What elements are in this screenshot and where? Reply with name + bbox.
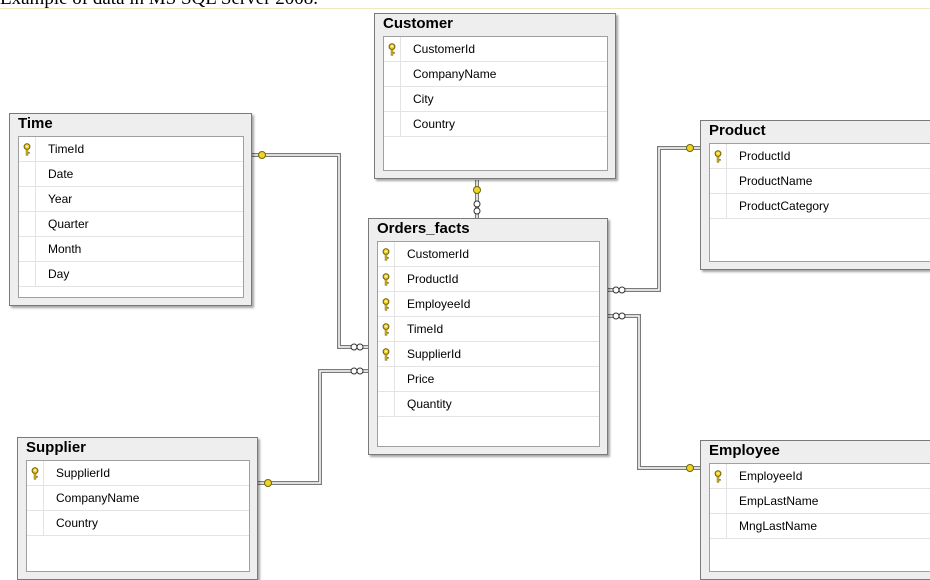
column-row[interactable]: EmployeeId [378, 292, 599, 317]
column-row[interactable]: CustomerId [384, 37, 607, 62]
column-name: SupplierId [407, 347, 462, 361]
column-row[interactable]: ProductId [378, 267, 599, 292]
column-name: MngLastName [739, 519, 818, 533]
column-row[interactable]: MngLastName [710, 514, 930, 539]
column-name: ProductId [407, 272, 459, 286]
column-row[interactable]: ProductName [710, 169, 930, 194]
primary-key-icon [714, 150, 722, 163]
column-name: SupplierId [56, 466, 111, 480]
column-name: CompanyName [56, 491, 140, 505]
table-product[interactable]: Product ProductId ProductName ProductCat… [700, 120, 930, 270]
column-row[interactable]: Country [384, 112, 607, 137]
column-row[interactable]: Quarter [19, 212, 243, 237]
table-supplier[interactable]: Supplier SupplierId CompanyName Country [17, 437, 258, 580]
column-name: Day [48, 267, 70, 281]
primary-key-icon [382, 298, 390, 311]
primary-key-icon [382, 273, 390, 286]
relationship-line-time[interactable] [252, 151, 368, 351]
column-name: CustomerId [413, 42, 476, 56]
table-title[interactable]: Time [10, 114, 251, 135]
column-name: Quarter [48, 217, 89, 231]
column-row[interactable]: CompanyName [384, 62, 607, 87]
primary-key-icon [714, 470, 722, 483]
column-name: EmployeeId [739, 469, 803, 483]
table-time[interactable]: Time TimeId Date Year Quarter Month Day [9, 113, 252, 306]
column-name: ProductName [739, 174, 813, 188]
column-row[interactable]: Date [19, 162, 243, 187]
column-name: TimeId [48, 142, 85, 156]
table-title[interactable]: Product [701, 121, 930, 142]
column-row[interactable]: EmpLastName [710, 489, 930, 514]
column-row[interactable]: ProductId [710, 144, 930, 169]
column-row[interactable]: Day [19, 262, 243, 287]
column-row[interactable]: CustomerId [378, 242, 599, 267]
column-row[interactable]: SupplierId [27, 461, 249, 486]
column-grid: CustomerId CompanyName City Country [383, 36, 608, 171]
column-row[interactable]: TimeId [378, 317, 599, 342]
column-name: Price [407, 372, 435, 386]
primary-key-icon [382, 348, 390, 361]
column-grid: SupplierId CompanyName Country [26, 460, 250, 572]
column-grid: ProductId ProductName ProductCategory [709, 143, 930, 262]
table-title[interactable]: Orders_facts [369, 219, 607, 240]
primary-key-icon [388, 43, 396, 56]
column-row[interactable]: Country [27, 511, 249, 536]
column-row[interactable]: Year [19, 187, 243, 212]
column-row[interactable]: Quantity [378, 392, 599, 417]
column-name: EmployeeId [407, 297, 471, 311]
column-name: CustomerId [407, 247, 470, 261]
relationship-line-supplier[interactable] [258, 367, 368, 487]
column-row[interactable]: City [384, 87, 607, 112]
primary-key-icon [23, 143, 31, 156]
column-row[interactable]: ProductCategory [710, 194, 930, 219]
table-customer[interactable]: Customer CustomerId CompanyName City Cou… [374, 13, 616, 179]
column-row[interactable]: SupplierId [378, 342, 599, 367]
column-row[interactable]: CompanyName [27, 486, 249, 511]
table-title[interactable]: Supplier [18, 438, 257, 459]
relationship-line-product[interactable] [608, 144, 700, 294]
primary-key-icon [31, 467, 39, 480]
table-title[interactable]: Customer [375, 14, 615, 35]
column-name: Month [48, 242, 82, 256]
column-name: EmpLastName [739, 494, 819, 508]
table-orders-facts[interactable]: Orders_facts CustomerId ProductId Employ… [368, 218, 608, 455]
column-row[interactable]: EmployeeId [710, 464, 930, 489]
column-row[interactable]: Price [378, 367, 599, 392]
column-name: CompanyName [413, 67, 497, 81]
column-name: Date [48, 167, 74, 181]
column-grid: TimeId Date Year Quarter Month Day [18, 136, 244, 298]
column-row[interactable]: TimeId [19, 137, 243, 162]
column-name: ProductId [739, 149, 791, 163]
primary-key-icon [382, 323, 390, 336]
relationship-line-customer[interactable] [473, 180, 481, 218]
column-name: Country [56, 516, 99, 530]
table-title[interactable]: Employee [701, 441, 930, 462]
column-name: Year [48, 192, 73, 206]
table-employee[interactable]: Employee EmployeeId EmpLastName MngLastN… [700, 440, 930, 580]
column-name: City [413, 92, 434, 106]
column-name: Country [413, 117, 456, 131]
column-name: TimeId [407, 322, 444, 336]
primary-key-icon [382, 248, 390, 261]
column-row[interactable]: Month [19, 237, 243, 262]
relationship-line-employee[interactable] [608, 312, 700, 472]
column-grid: CustomerId ProductId EmployeeId TimeId S… [377, 241, 600, 447]
column-name: ProductCategory [739, 199, 830, 213]
column-grid: EmployeeId EmpLastName MngLastName [709, 463, 930, 572]
column-name: Quantity [407, 397, 452, 411]
